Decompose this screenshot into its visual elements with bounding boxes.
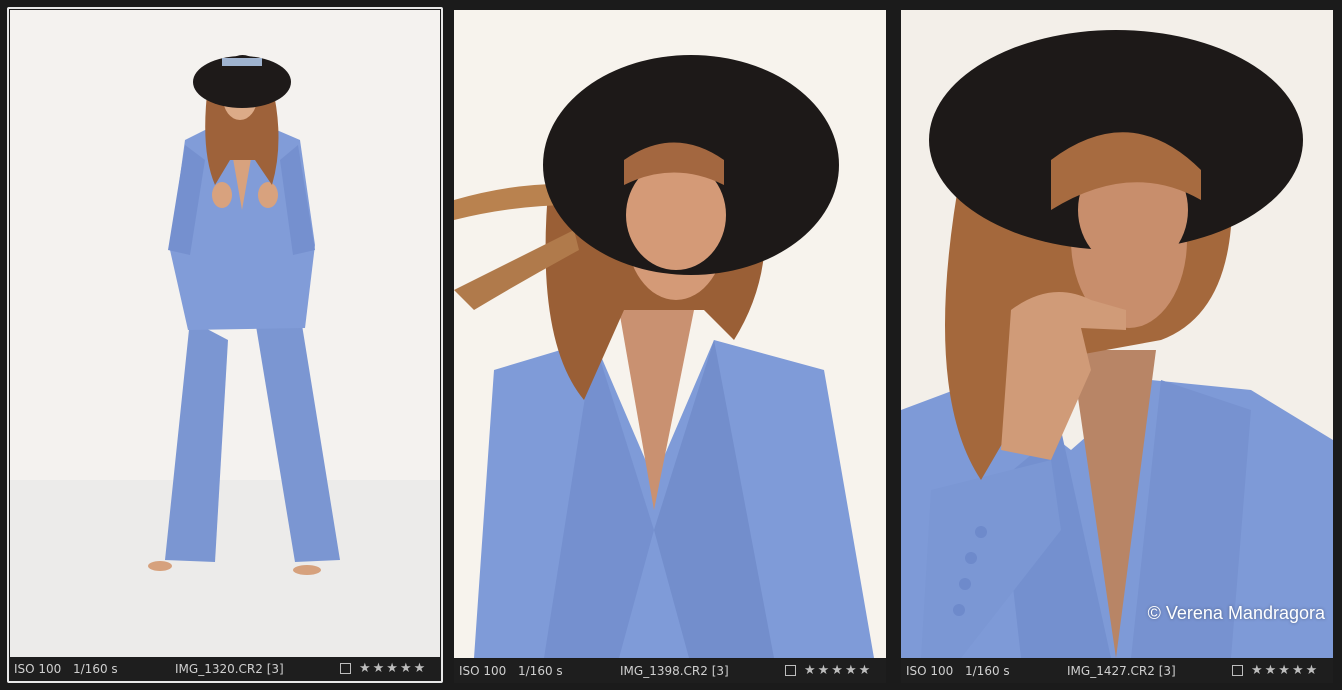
filename: IMG_1398.CR2 [3] xyxy=(620,664,729,678)
photo-thumbnail[interactable] xyxy=(10,10,440,657)
reject-checkbox[interactable] xyxy=(1232,665,1243,676)
star-rating[interactable]: ★★★★★ xyxy=(804,659,872,683)
shutter-speed: 1/160 s xyxy=(965,664,1010,678)
photo-thumbnail[interactable]: © Verena Mandragora xyxy=(901,10,1333,658)
shutter-speed: 1/160 s xyxy=(518,664,563,678)
iso-value: ISO 100 xyxy=(459,664,507,678)
reject-checkbox[interactable] xyxy=(340,663,351,674)
lighttable-grid: ISO 100 1/160 s IMG_1320.CR2 [3] ★★★★★ I… xyxy=(0,0,1342,690)
thumbnail-info-bar: ISO 100 1/160 s IMG_1398.CR2 [3] ★★★★★ xyxy=(454,659,886,683)
thumbnail-cell[interactable]: ISO 100 1/160 s IMG_1398.CR2 [3] ★★★★★ xyxy=(454,10,886,683)
iso-value: ISO 100 xyxy=(906,664,954,678)
thumbnail-info-bar: ISO 100 1/160 s IMG_1320.CR2 [3] ★★★★★ xyxy=(9,657,441,681)
star-rating[interactable]: ★★★★★ xyxy=(359,657,427,681)
filename: IMG_1320.CR2 [3] xyxy=(175,662,284,676)
iso-value: ISO 100 xyxy=(14,662,62,676)
filename: IMG_1427.CR2 [3] xyxy=(1067,664,1176,678)
watermark-text: © Verena Mandragora xyxy=(1147,603,1325,623)
reject-checkbox[interactable] xyxy=(785,665,796,676)
shutter-speed: 1/160 s xyxy=(73,662,118,676)
photo-thumbnail[interactable] xyxy=(454,10,886,658)
thumbnail-info-bar: ISO 100 1/160 s IMG_1427.CR2 [3] ★★★★★ xyxy=(901,659,1333,683)
thumbnail-cell[interactable]: ISO 100 1/160 s IMG_1320.CR2 [3] ★★★★★ xyxy=(7,7,443,683)
star-rating[interactable]: ★★★★★ xyxy=(1251,659,1319,683)
thumbnail-cell[interactable]: © Verena Mandragora ISO 100 1/160 s IMG_… xyxy=(901,10,1333,683)
